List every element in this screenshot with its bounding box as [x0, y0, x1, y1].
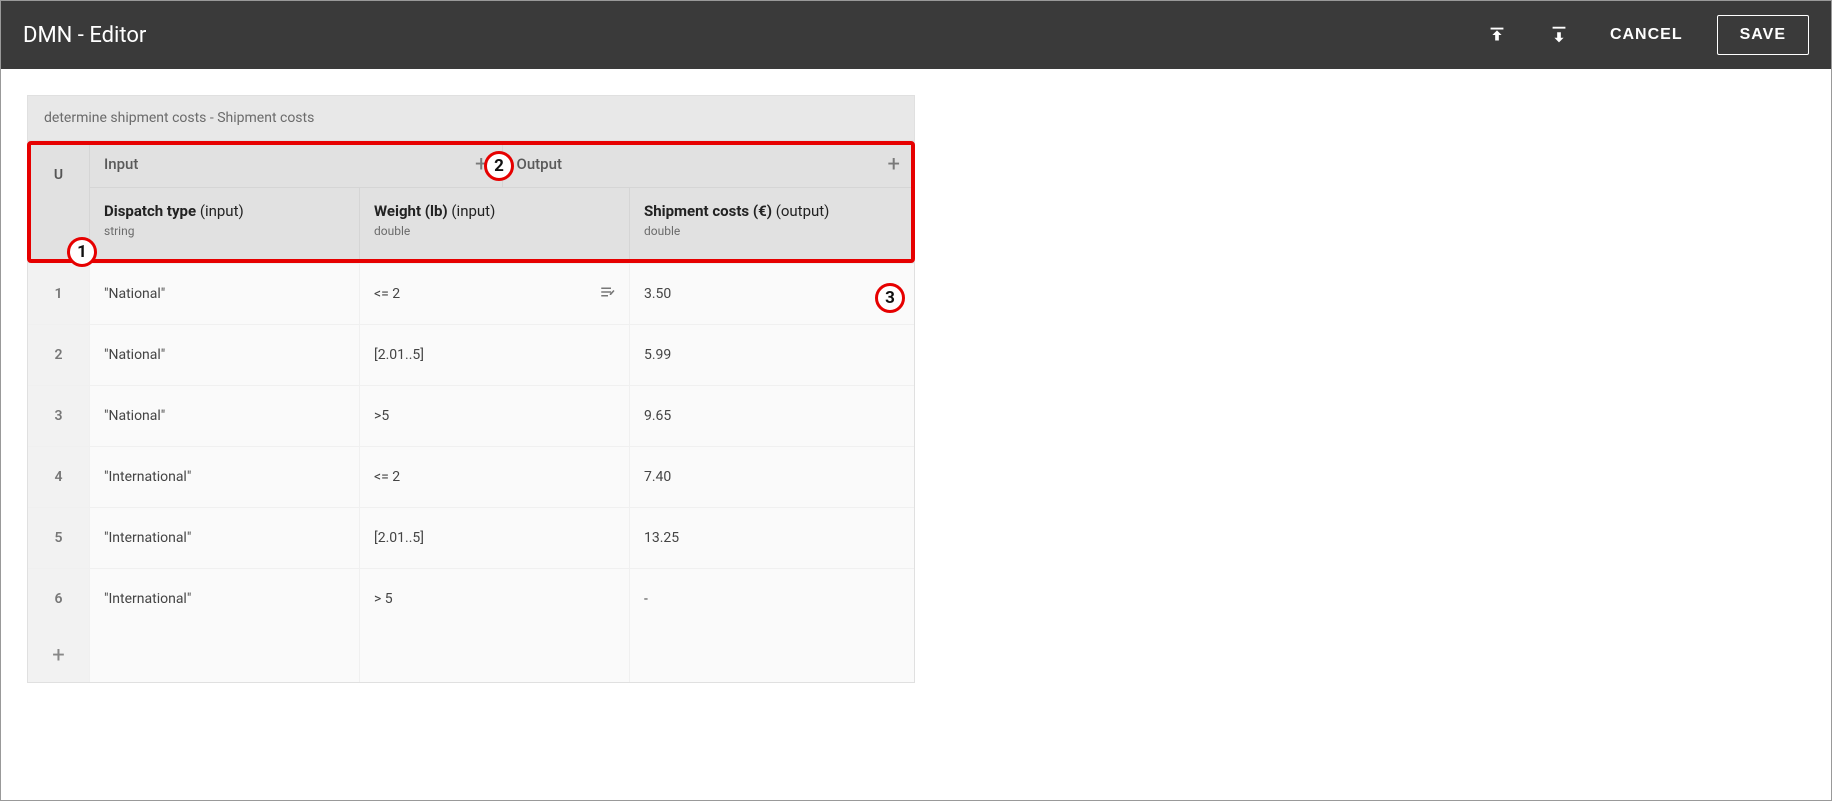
col-name: Shipment costs (€)	[644, 202, 772, 220]
add-row-button[interactable]: +	[28, 629, 90, 682]
cell-weight[interactable]: <= 2	[360, 446, 630, 507]
cell-shipment-costs[interactable]: 13.25	[630, 507, 914, 568]
cell-dispatch-type[interactable]: "National"	[90, 263, 360, 324]
toolbar-actions: CANCEL SAVE	[1480, 15, 1809, 55]
cell-shipment-costs[interactable]: -	[630, 568, 914, 629]
column-header-dispatch-type[interactable]: Dispatch type (input) string	[90, 187, 360, 263]
cell-shipment-costs[interactable]: 5.99	[630, 324, 914, 385]
add-row: +	[27, 629, 915, 683]
download-button[interactable]	[1542, 23, 1576, 47]
column-header-row: Dispatch type (input) string Weight (lb)…	[27, 187, 915, 263]
output-header[interactable]: Output +	[503, 141, 915, 187]
hit-policy-label: U	[54, 167, 63, 187]
table-row: 2 "National" [2.01..5] 5.99	[27, 324, 915, 385]
table-row: 4 "International" <= 2 7.40	[27, 446, 915, 507]
cell-weight-value: <= 2	[374, 286, 400, 302]
column-header-shipment-costs[interactable]: Shipment costs (€) (output) double	[630, 187, 914, 263]
cell-weight[interactable]: > 5	[360, 568, 630, 629]
input-label: Input	[104, 155, 138, 173]
cell-shipment-costs[interactable]: 3.50	[630, 263, 914, 324]
table-row: 5 "International" [2.01..5] 13.25	[27, 507, 915, 568]
col-type: string	[104, 224, 345, 238]
plus-icon: +	[52, 643, 64, 668]
upload-icon	[1486, 24, 1508, 46]
annotation-callout-3: 3	[875, 283, 905, 313]
edit-cell-icon[interactable]	[599, 283, 617, 305]
column-header-weight[interactable]: Weight (lb) (input) double	[360, 187, 630, 263]
input-header[interactable]: Input +	[90, 141, 503, 187]
decision-title[interactable]: determine shipment costs - Shipment cost…	[27, 95, 915, 141]
cell-dispatch-type[interactable]: "International"	[90, 507, 360, 568]
cell-dispatch-type[interactable]: "International"	[90, 568, 360, 629]
row-index[interactable]: 5	[28, 507, 90, 568]
cell-dispatch-type[interactable]: "National"	[90, 324, 360, 385]
app-title: DMN - Editor	[23, 23, 146, 48]
empty-cell	[360, 629, 630, 682]
add-output-button[interactable]: +	[888, 152, 900, 177]
col-role: (input)	[200, 202, 244, 220]
table-row: 1 "National" <= 2 3.50	[27, 263, 915, 324]
output-label: Output	[517, 155, 562, 173]
dmn-table: determine shipment costs - Shipment cost…	[27, 95, 915, 683]
cell-shipment-costs[interactable]: 7.40	[630, 446, 914, 507]
col-role: (input)	[451, 202, 495, 220]
empty-cell	[90, 629, 360, 682]
annotation-callout-1: 1	[67, 237, 97, 267]
save-button[interactable]: SAVE	[1717, 15, 1809, 55]
cell-shipment-costs[interactable]: 9.65	[630, 385, 914, 446]
io-header-row: U Input + Output +	[27, 141, 915, 187]
row-index[interactable]: 2	[28, 324, 90, 385]
cell-weight[interactable]: >5	[360, 385, 630, 446]
col-role: (output)	[776, 202, 830, 220]
row-index[interactable]: 3	[28, 385, 90, 446]
cell-weight[interactable]: <= 2	[360, 263, 630, 324]
empty-cell	[630, 629, 914, 682]
hit-policy-cell[interactable]: U	[28, 141, 90, 187]
cell-weight[interactable]: [2.01..5]	[360, 324, 630, 385]
upload-button[interactable]	[1480, 23, 1514, 47]
table-row: 3 "National" >5 9.65	[27, 385, 915, 446]
cell-dispatch-type[interactable]: "International"	[90, 446, 360, 507]
col-type: double	[374, 224, 615, 238]
cancel-button[interactable]: CANCEL	[1604, 25, 1689, 45]
cell-dispatch-type[interactable]: "National"	[90, 385, 360, 446]
cell-weight[interactable]: [2.01..5]	[360, 507, 630, 568]
annotation-callout-2: 2	[484, 151, 514, 181]
row-index[interactable]: 6	[28, 568, 90, 629]
col-name: Weight (lb)	[374, 202, 448, 220]
table-row: 6 "International" > 5 -	[27, 568, 915, 629]
row-index[interactable]: 4	[28, 446, 90, 507]
download-icon	[1548, 24, 1570, 46]
top-toolbar: DMN - Editor CANCEL SAVE	[1, 1, 1831, 69]
col-type: double	[644, 224, 900, 238]
row-index[interactable]: 1	[28, 263, 90, 324]
col-name: Dispatch type	[104, 202, 196, 220]
